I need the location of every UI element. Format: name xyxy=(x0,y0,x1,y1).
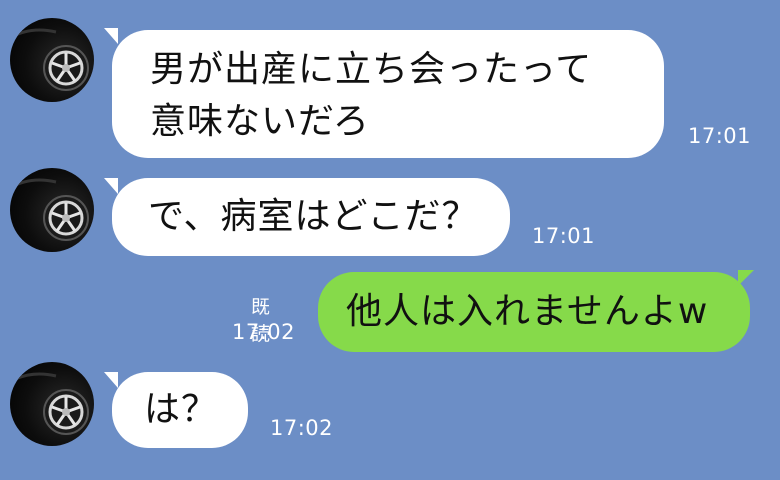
message-time: 17:02 xyxy=(270,416,334,440)
car-wheel-icon xyxy=(10,28,89,91)
bubble-tail xyxy=(738,270,754,286)
bubble-tail xyxy=(104,28,118,44)
message-bubble[interactable]: で、病室はどこだ？ xyxy=(112,178,510,256)
message-time: 17:01 xyxy=(532,224,596,248)
bubble-tail xyxy=(104,372,118,388)
message-text: で、病室はどこだ？ xyxy=(148,196,479,237)
car-wheel-icon xyxy=(10,372,89,435)
avatar[interactable] xyxy=(10,168,94,252)
message-text: 意味ないだろ xyxy=(150,101,370,142)
avatar[interactable] xyxy=(10,18,94,102)
bubble-tail xyxy=(104,178,118,194)
avatar[interactable] xyxy=(10,362,94,446)
message-bubble[interactable]: 男が出産に立ち会ったって 意味ないだろ xyxy=(112,30,664,158)
message-time: 17:02 xyxy=(232,320,296,344)
message-bubble[interactable]: は？ xyxy=(112,372,248,448)
message-bubble[interactable]: 他人は入れませんよw xyxy=(318,272,750,352)
message-time: 17:01 xyxy=(688,124,752,148)
message-text: 男が出産に立ち会ったって xyxy=(150,49,593,90)
message-text: は？ xyxy=(144,389,219,430)
car-wheel-icon xyxy=(10,178,89,241)
message-text: 他人は入れませんよw xyxy=(346,291,709,332)
